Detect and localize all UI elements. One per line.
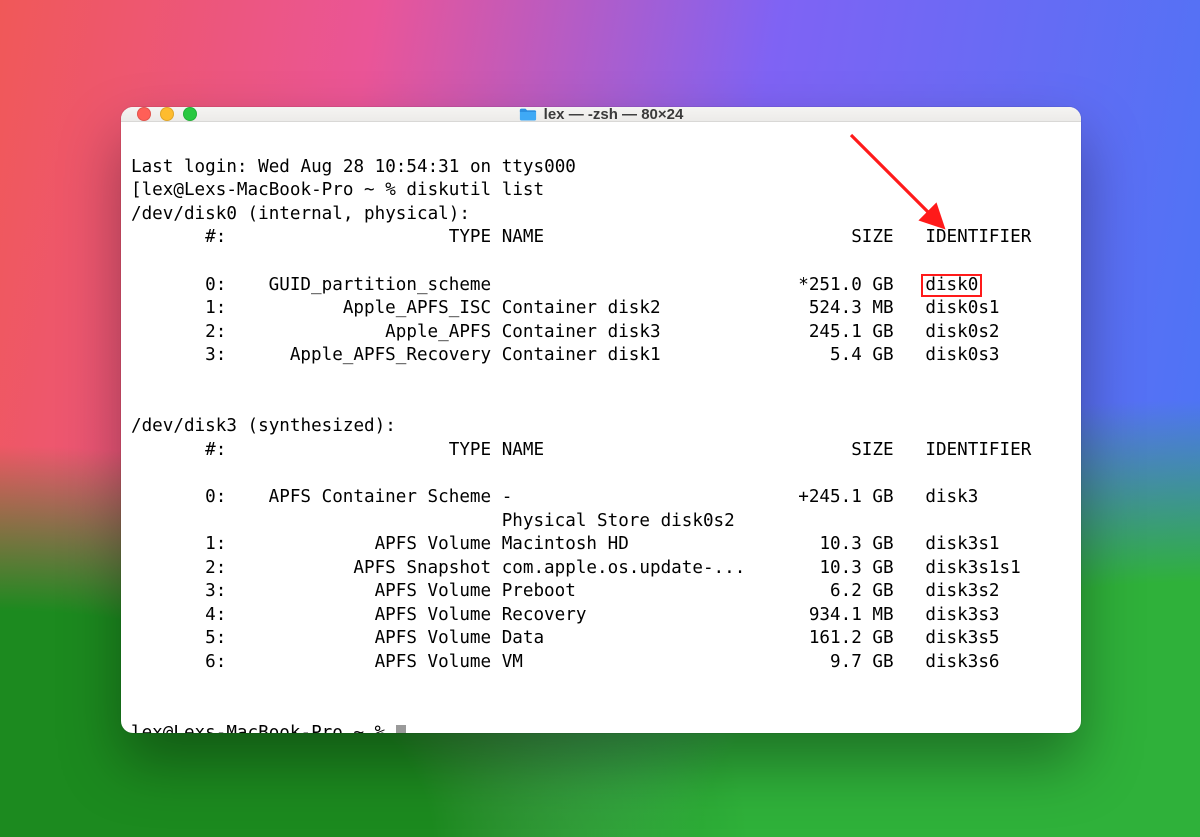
row-size: *251.0 GB: [788, 274, 894, 298]
row-identifier: disk0s2: [894, 321, 1000, 345]
row-identifier: disk0s3: [894, 344, 1000, 368]
disk3-header: /dev/disk3 (synthesized):: [131, 416, 396, 436]
minimize-button[interactable]: [160, 107, 174, 121]
terminal-output[interactable]: Last login: Wed Aug 28 10:54:31 on ttys0…: [121, 122, 1081, 733]
table-row: Physical Store disk0s2: [131, 510, 1071, 534]
row-index: [163, 510, 227, 534]
row-index: 0:: [163, 486, 227, 510]
shell-prompt-current[interactable]: lex@Lexs-MacBook-Pro ~ %: [131, 723, 406, 733]
row-identifier: disk3: [894, 486, 979, 510]
row-identifier: disk3s5: [894, 627, 1000, 651]
row-index: 3:: [163, 580, 227, 604]
table-header-row: #:TYPENAMESIZEIDENTIFIER: [131, 439, 1071, 463]
close-button[interactable]: [137, 107, 151, 121]
row-identifier: disk3s6: [894, 651, 1000, 675]
row-name: Container disk2: [491, 297, 788, 321]
blank-line: [131, 393, 142, 413]
table-row: 4:APFS VolumeRecovery934.1 MBdisk3s3: [131, 604, 1071, 628]
window-controls: [121, 107, 197, 121]
table-row: 6:APFS VolumeVM9.7 GBdisk3s6: [131, 651, 1071, 675]
row-type: APFS Volume: [226, 533, 491, 557]
row-identifier: [894, 510, 926, 534]
row-index: 4:: [163, 604, 227, 628]
cursor: [396, 725, 407, 733]
row-type: GUID_partition_scheme: [226, 274, 491, 298]
row-identifier: disk0: [894, 274, 979, 298]
annotation-arrow: [841, 127, 961, 237]
row-name: [491, 274, 788, 298]
row-identifier: disk3s2: [894, 580, 1000, 604]
row-size: 9.7 GB: [788, 651, 894, 675]
blank-line: [131, 699, 142, 719]
zoom-button[interactable]: [183, 107, 197, 121]
row-name: -: [491, 486, 788, 510]
row-index: 6:: [163, 651, 227, 675]
command-text: diskutil list: [406, 180, 544, 200]
row-type: APFS Volume: [226, 627, 491, 651]
row-name: Preboot: [491, 580, 788, 604]
row-name: Physical Store disk0s2: [491, 510, 788, 534]
row-index: 0:: [163, 274, 227, 298]
row-type: Apple_APFS: [226, 321, 491, 345]
last-login-line: Last login: Wed Aug 28 10:54:31 on ttys0…: [131, 157, 576, 177]
window-title: lex — -zsh — 80×24: [121, 107, 1081, 123]
row-type: APFS Snapshot: [226, 557, 491, 581]
row-index: 1:: [163, 297, 227, 321]
table-header-row: #:TYPENAMESIZEIDENTIFIER: [131, 226, 1071, 250]
row-size: 10.3 GB: [788, 557, 894, 581]
row-index: 5:: [163, 627, 227, 651]
annotation-highlight: disk0: [921, 274, 982, 297]
table-row: 2:APFS Snapshotcom.apple.os.update-...10…: [131, 557, 1071, 581]
row-size: [788, 510, 894, 534]
table-row: 0:APFS Container Scheme-+245.1 GBdisk3: [131, 486, 1071, 510]
row-size: 6.2 GB: [788, 580, 894, 604]
window-title-text: lex — -zsh — 80×24: [544, 107, 684, 123]
disk0-header: /dev/disk0 (internal, physical):: [131, 204, 470, 224]
table-row: 5:APFS VolumeData161.2 GBdisk3s5: [131, 627, 1071, 651]
row-name: VM: [491, 651, 788, 675]
row-identifier: disk0s1: [894, 297, 1000, 321]
terminal-window: lex — -zsh — 80×24 Last login: Wed Aug 2…: [121, 107, 1081, 733]
row-identifier: disk3s1: [894, 533, 1000, 557]
row-name: Data: [491, 627, 788, 651]
row-size: 524.3 MB: [788, 297, 894, 321]
row-size: 245.1 GB: [788, 321, 894, 345]
row-index: 2:: [163, 557, 227, 581]
row-type: APFS Container Scheme: [226, 486, 491, 510]
row-size: +245.1 GB: [788, 486, 894, 510]
row-type: APFS Volume: [226, 651, 491, 675]
row-name: Macintosh HD: [491, 533, 788, 557]
row-size: 934.1 MB: [788, 604, 894, 628]
row-index: 1:: [163, 533, 227, 557]
table-row: 1:Apple_APFS_ISCContainer disk2524.3 MBd…: [131, 297, 1071, 321]
row-name: com.apple.os.update-...: [491, 557, 788, 581]
row-name: Container disk1: [491, 344, 788, 368]
row-type: Apple_APFS_Recovery: [226, 344, 491, 368]
window-titlebar[interactable]: lex — -zsh — 80×24: [121, 107, 1081, 122]
row-identifier: disk3s1s1: [894, 557, 1021, 581]
row-type: [226, 510, 491, 534]
table-row: 2:Apple_APFSContainer disk3245.1 GBdisk0…: [131, 321, 1071, 345]
row-size: 5.4 GB: [788, 344, 894, 368]
row-index: 2:: [163, 321, 227, 345]
table-row: 3:Apple_APFS_RecoveryContainer disk15.4 …: [131, 344, 1071, 368]
row-type: APFS Volume: [226, 604, 491, 628]
row-name: Container disk3: [491, 321, 788, 345]
row-size: 161.2 GB: [788, 627, 894, 651]
row-name: Recovery: [491, 604, 788, 628]
folder-icon: [519, 107, 537, 122]
row-type: APFS Volume: [226, 580, 491, 604]
table-row: 1:APFS VolumeMacintosh HD10.3 GBdisk3s1: [131, 533, 1071, 557]
row-size: 10.3 GB: [788, 533, 894, 557]
shell-prompt: [lex@Lexs-MacBook-Pro ~ % diskutil list: [131, 180, 544, 200]
row-index: 3:: [163, 344, 227, 368]
table-row: 3:APFS VolumePreboot6.2 GBdisk3s2: [131, 580, 1071, 604]
row-identifier: disk3s3: [894, 604, 1000, 628]
row-type: Apple_APFS_ISC: [226, 297, 491, 321]
table-row: 0:GUID_partition_scheme *251.0 GB disk0: [131, 274, 1071, 298]
